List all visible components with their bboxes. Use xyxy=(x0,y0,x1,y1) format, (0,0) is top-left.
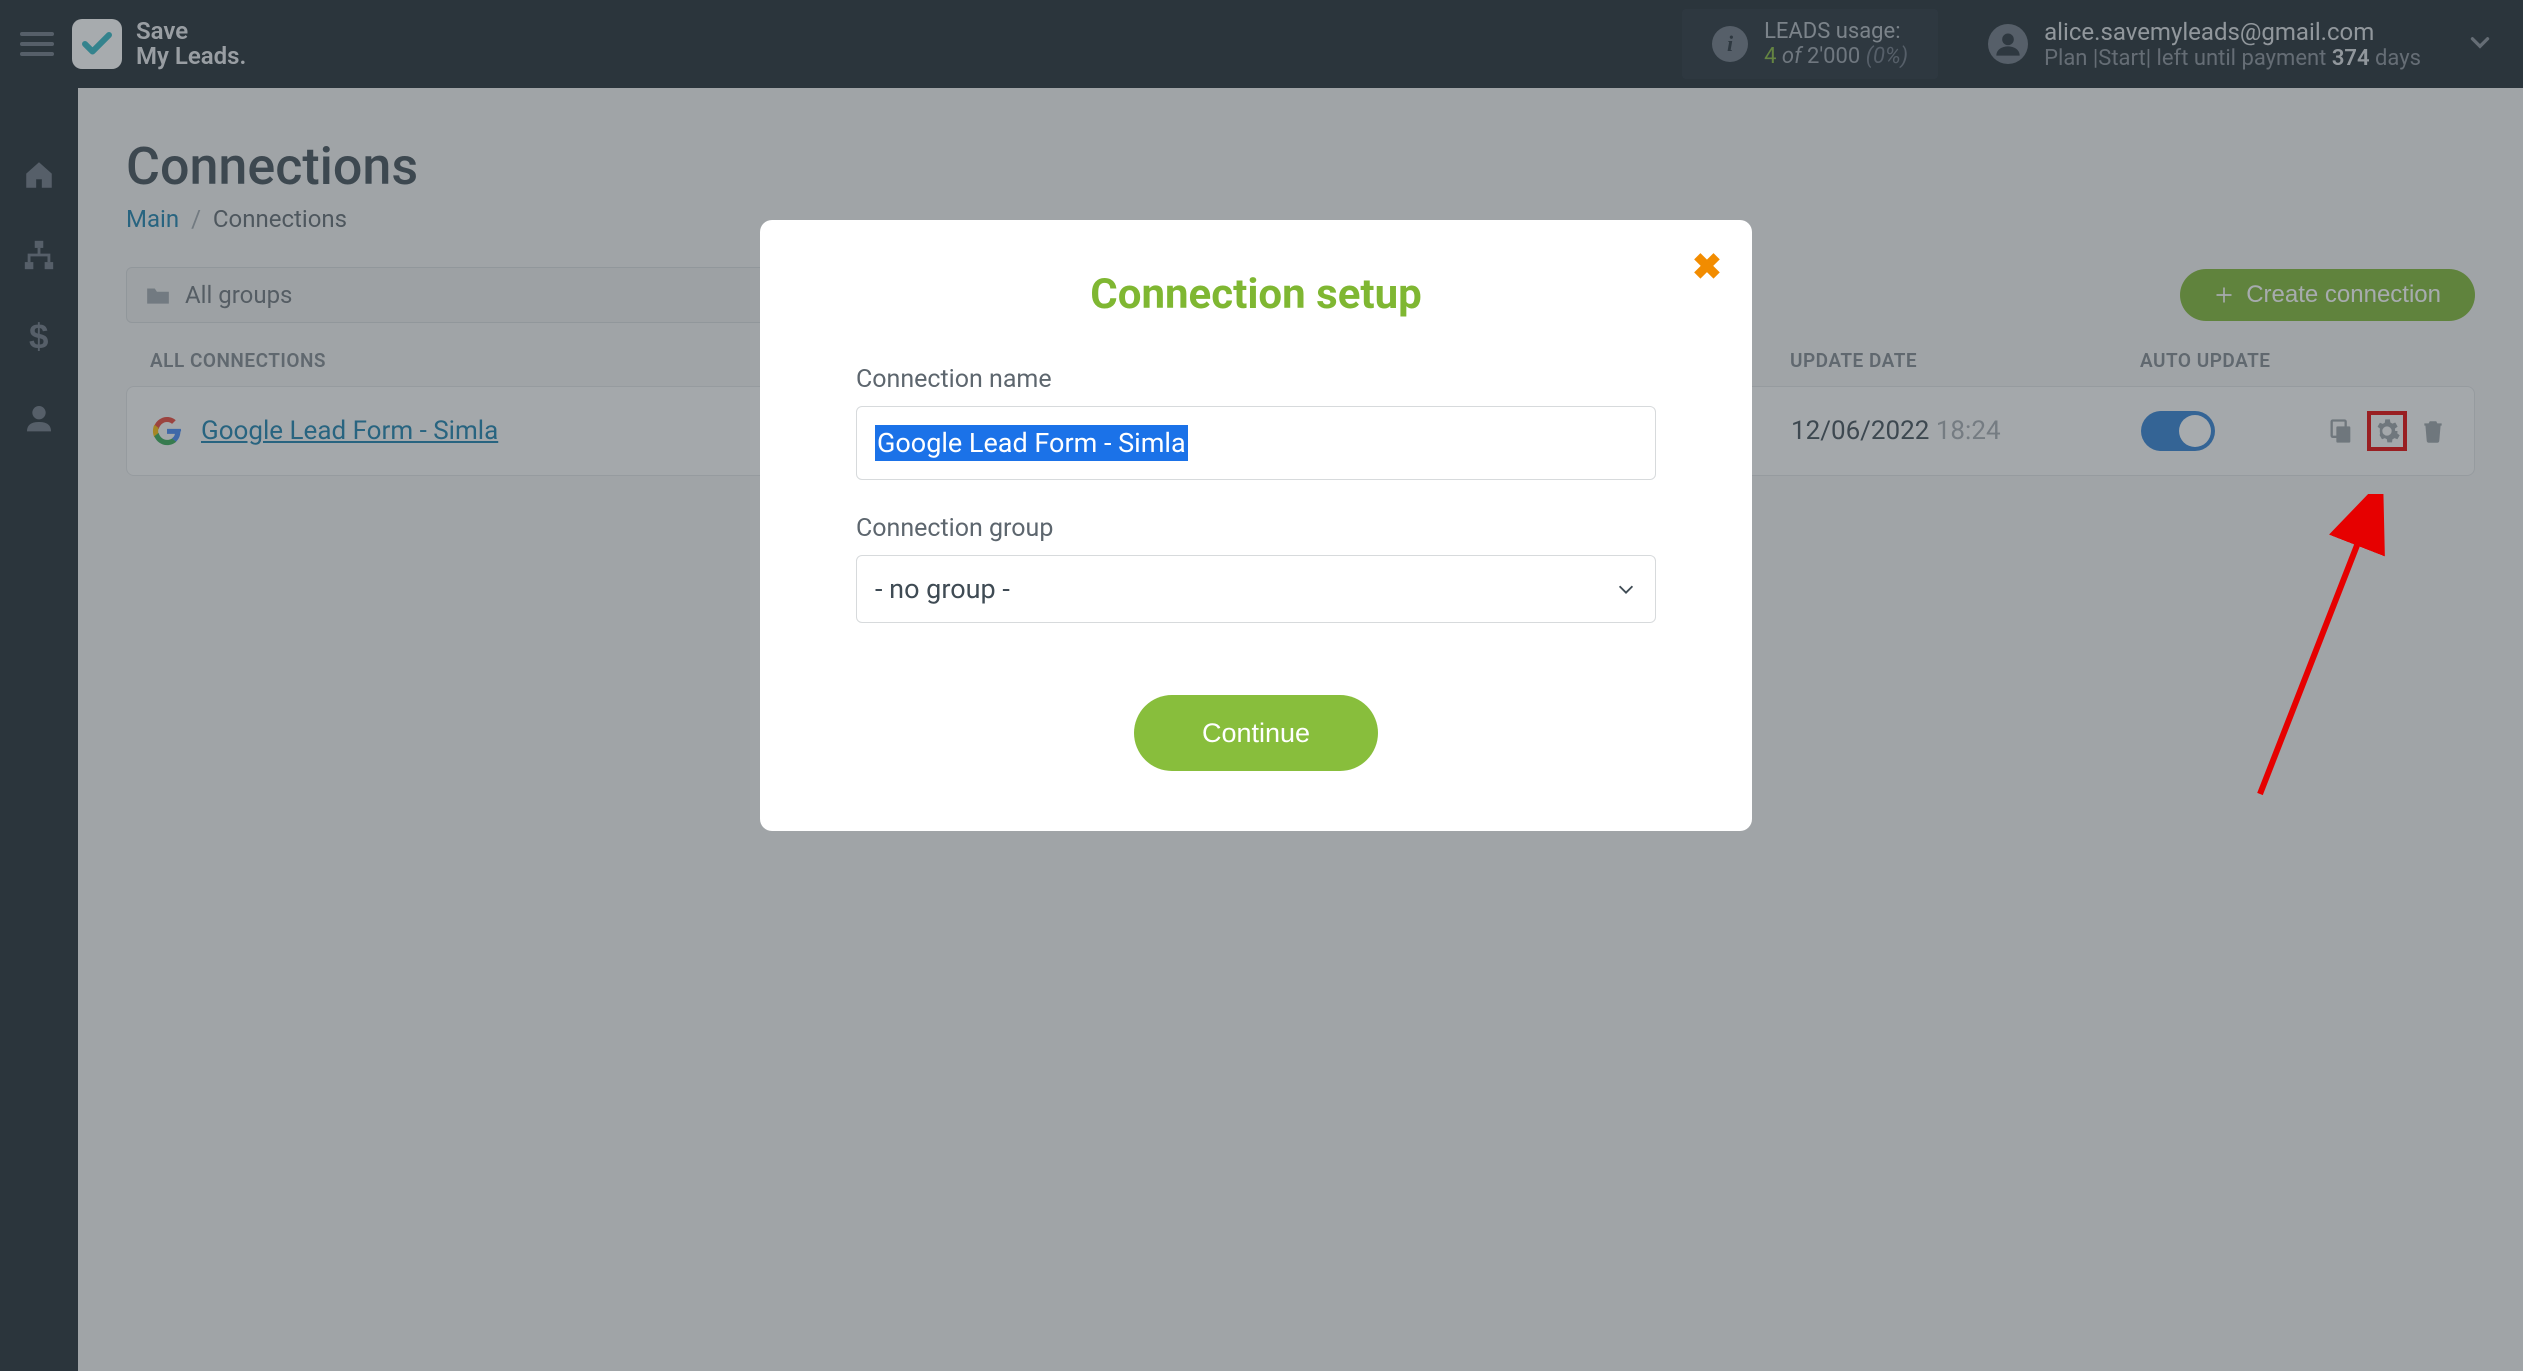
close-icon[interactable]: ✖ xyxy=(1692,246,1722,288)
connection-setup-modal: ✖ Connection setup Connection name Googl… xyxy=(760,220,1752,831)
continue-button[interactable]: Continue xyxy=(1134,695,1378,771)
connection-group-select[interactable]: - no group - xyxy=(856,555,1656,623)
connection-name-label: Connection name xyxy=(856,365,1656,394)
chevron-down-icon xyxy=(1615,578,1637,600)
connection-group-label: Connection group xyxy=(856,514,1656,543)
connection-name-input[interactable]: Google Lead Form - Simla xyxy=(856,406,1656,480)
modal-title: Connection setup xyxy=(856,270,1656,319)
